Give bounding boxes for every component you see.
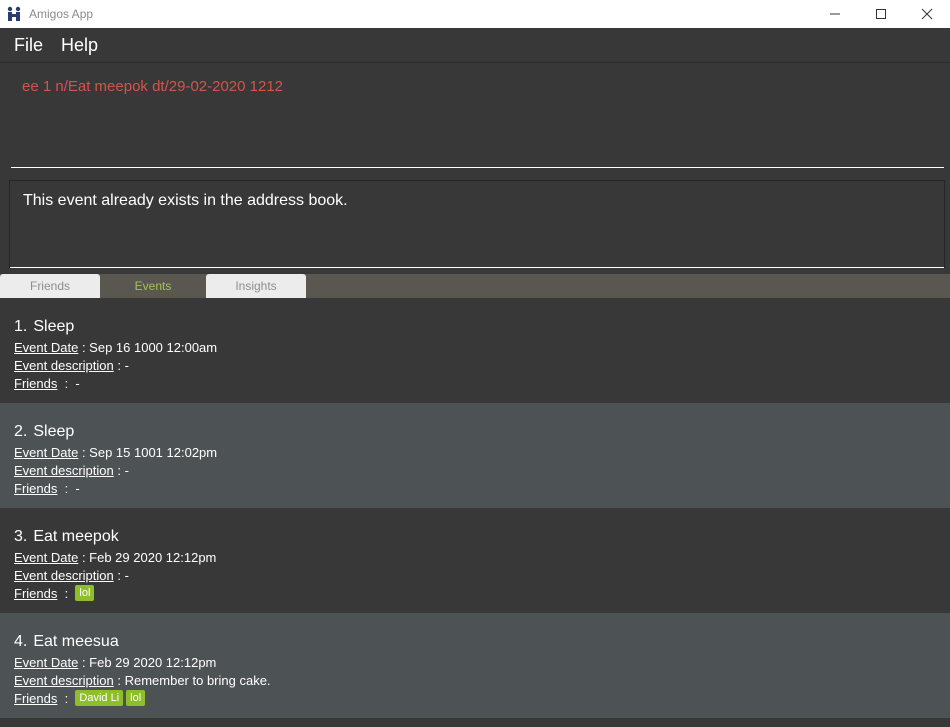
result-display: This event already exists in the address… bbox=[9, 180, 945, 268]
event-title: 4. Eat meesua bbox=[14, 631, 936, 653]
event-description-row: Event description : Remember to bring ca… bbox=[14, 671, 936, 689]
minimize-icon bbox=[830, 13, 840, 15]
event-list[interactable]: 1. Sleep Event Date : Sep 16 1000 12:00a… bbox=[0, 298, 950, 727]
separator: : bbox=[113, 567, 125, 583]
event-description-label: Event description bbox=[14, 672, 114, 688]
tab-friends[interactable]: Friends bbox=[0, 274, 100, 298]
event-date-row: Event Date : Sep 15 1001 12:02pm bbox=[14, 443, 936, 461]
separator: : bbox=[78, 444, 90, 460]
friend-tag: lol bbox=[75, 585, 95, 601]
event-friends-row: Friends : lol bbox=[14, 584, 936, 602]
event-date-label: Event Date bbox=[14, 654, 79, 670]
event-title: 2. Sleep bbox=[14, 421, 936, 443]
event-date-value: Sep 15 1001 12:02pm bbox=[89, 444, 218, 460]
separator: : bbox=[78, 339, 90, 355]
event-name: Sleep bbox=[33, 318, 75, 335]
event-description-label: Event description bbox=[14, 567, 114, 583]
separator: : bbox=[57, 375, 76, 391]
event-description-value: - bbox=[124, 567, 129, 583]
maximize-button[interactable] bbox=[858, 0, 904, 28]
event-description-value: - bbox=[124, 357, 129, 373]
event-friends-empty: - bbox=[75, 480, 80, 496]
separator: : bbox=[78, 549, 90, 565]
tab-bar: Friends Events Insights bbox=[0, 274, 950, 298]
event-date-label: Event Date bbox=[14, 339, 79, 355]
event-description-value: Remember to bring cake. bbox=[124, 672, 271, 688]
menu-file[interactable]: File bbox=[14, 35, 43, 56]
event-card[interactable]: 3. Eat meepok Event Date : Feb 29 2020 1… bbox=[0, 508, 950, 613]
separator: : bbox=[113, 672, 125, 688]
separator: : bbox=[57, 480, 76, 496]
event-friends-label: Friends bbox=[14, 480, 58, 496]
event-description-label: Event description bbox=[14, 462, 114, 478]
separator: : bbox=[57, 690, 76, 706]
event-date-row: Event Date : Feb 29 2020 12:12pm bbox=[14, 653, 936, 671]
event-title: 1. Sleep bbox=[14, 316, 936, 338]
menu-help[interactable]: Help bbox=[61, 35, 98, 56]
event-date-label: Event Date bbox=[14, 549, 79, 565]
event-friends-empty: - bbox=[75, 375, 80, 391]
event-friends-label: Friends bbox=[14, 375, 58, 391]
separator: : bbox=[113, 462, 125, 478]
event-card[interactable]: 2. Sleep Event Date : Sep 15 1001 12:02p… bbox=[0, 403, 950, 508]
event-description-label: Event description bbox=[14, 357, 114, 373]
window-title: Amigos App bbox=[29, 7, 94, 21]
event-date-row: Event Date : Feb 29 2020 12:12pm bbox=[14, 548, 936, 566]
result-text: This event already exists in the address… bbox=[10, 181, 944, 268]
event-date-row: Event Date : Sep 16 1000 12:00am bbox=[14, 338, 936, 356]
event-date-label: Event Date bbox=[14, 444, 79, 460]
event-friends-row: Friends : - bbox=[14, 374, 936, 392]
event-friends-label: Friends bbox=[14, 690, 58, 706]
event-description-row: Event description : - bbox=[14, 356, 936, 374]
event-name: Sleep bbox=[33, 423, 75, 440]
close-button[interactable] bbox=[904, 0, 950, 28]
minimize-button[interactable] bbox=[812, 0, 858, 28]
event-friends-row: Friends : David Li lol bbox=[14, 689, 936, 707]
event-index: 2. bbox=[14, 423, 28, 440]
event-index: 4. bbox=[14, 633, 28, 650]
event-date-value: Sep 16 1000 12:00am bbox=[89, 339, 218, 355]
tab-insights[interactable]: Insights bbox=[206, 274, 306, 298]
event-card[interactable]: 1. Sleep Event Date : Sep 16 1000 12:00a… bbox=[0, 298, 950, 403]
event-description-row: Event description : - bbox=[14, 566, 936, 584]
close-icon bbox=[921, 8, 933, 20]
separator: : bbox=[57, 585, 76, 601]
menu-bar: File Help bbox=[0, 28, 950, 63]
separator: : bbox=[113, 357, 125, 373]
event-name: Eat meepok bbox=[33, 528, 119, 545]
tab-events[interactable]: Events bbox=[103, 274, 203, 298]
event-date-value: Feb 29 2020 12:12pm bbox=[89, 654, 217, 670]
separator: : bbox=[78, 654, 90, 670]
friend-tag: lol bbox=[126, 690, 146, 706]
event-date-value: Feb 29 2020 12:12pm bbox=[89, 549, 217, 565]
friend-tag: David Li bbox=[75, 690, 124, 706]
app-logo-icon bbox=[7, 6, 21, 21]
event-description-value: - bbox=[124, 462, 129, 478]
command-input[interactable]: ee 1 n/Eat meepok dt/29-02-2020 1212 bbox=[11, 64, 944, 168]
command-box: ee 1 n/Eat meepok dt/29-02-2020 1212 bbox=[0, 64, 950, 174]
event-card[interactable]: 4. Eat meesua Event Date : Feb 29 2020 1… bbox=[0, 613, 950, 718]
event-description-row: Event description : - bbox=[14, 461, 936, 479]
event-friends-label: Friends bbox=[14, 585, 58, 601]
event-index: 1. bbox=[14, 318, 28, 335]
event-name: Eat meesua bbox=[33, 633, 119, 650]
maximize-icon bbox=[876, 9, 886, 19]
event-index: 3. bbox=[14, 528, 28, 545]
window-controls bbox=[812, 0, 950, 28]
window-titlebar: Amigos App bbox=[0, 0, 950, 28]
event-friends-row: Friends : - bbox=[14, 479, 936, 497]
event-title: 3. Eat meepok bbox=[14, 526, 936, 548]
